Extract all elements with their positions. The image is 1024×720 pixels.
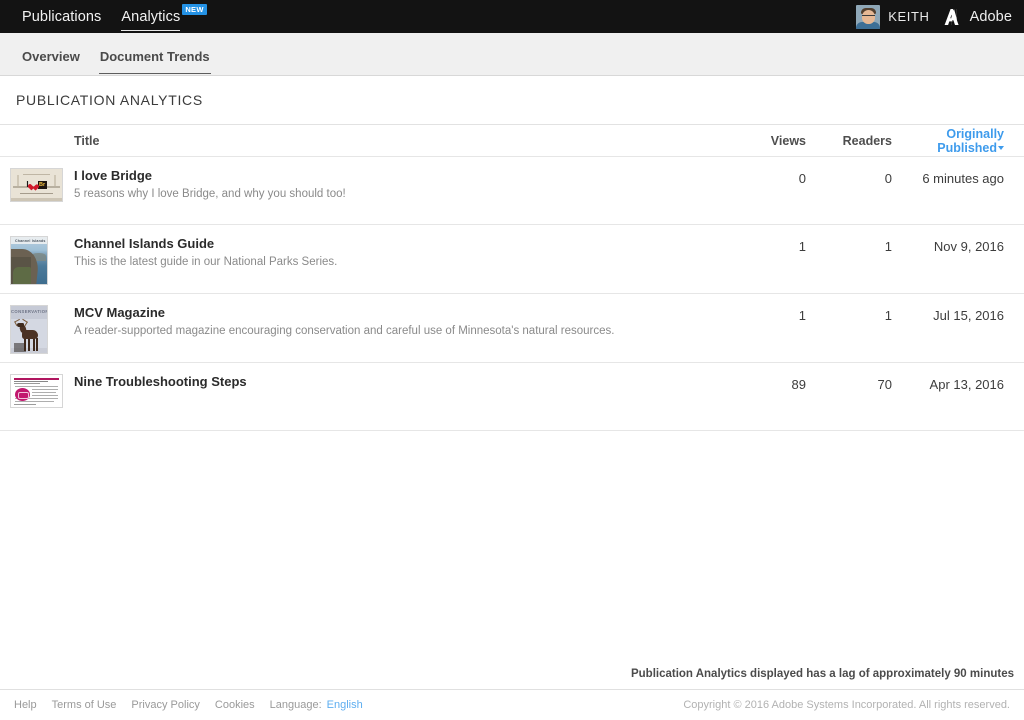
readers-value: 1 [884, 308, 892, 323]
document-title[interactable]: Channel Islands Guide [74, 236, 714, 252]
row-thumbnail-cell: CONSERVATION [0, 305, 74, 354]
tab-label-overview: Overview [22, 49, 80, 64]
readers-value: 0 [884, 171, 892, 186]
adobe-wordmark: Adobe [969, 8, 1012, 25]
views-value: 1 [798, 239, 806, 254]
adobe-brand: Adobe [943, 8, 1012, 26]
views-value: 89 [791, 377, 806, 392]
nav-label-analytics: Analytics [121, 8, 181, 25]
secondary-nav: Overview Document Trends [0, 33, 1024, 76]
column-header-originally-published[interactable]: Originally Published [892, 127, 1024, 155]
views-value: 0 [798, 171, 806, 186]
language-selector[interactable]: Language: English [270, 699, 363, 711]
language-label: Language: [269, 699, 322, 711]
tab-document-trends[interactable]: Document Trends [90, 49, 220, 75]
document-title[interactable]: MCV Magazine [74, 305, 714, 321]
document-title[interactable]: I love Bridge [74, 168, 714, 184]
table-row[interactable]: I Br I love Bridge 5 reasons why I love B… [0, 157, 1024, 225]
row-title-cell: Nine Troubleshooting Steps [74, 374, 714, 393]
footer-link-privacy-policy[interactable]: Privacy Policy [131, 699, 199, 711]
footer-link-terms-of-use[interactable]: Terms of Use [52, 699, 117, 711]
row-title-cell: I love Bridge 5 reasons why I love Bridg… [74, 168, 714, 202]
table-row[interactable]: CONSERVATION MCV Magazine A reader-suppo… [0, 294, 1024, 363]
published-value: Nov 9, 2016 [933, 239, 1004, 254]
document-description: This is the latest guide in our National… [74, 256, 338, 268]
column-header-title[interactable]: Title [74, 134, 714, 148]
document-description: 5 reasons why I love Bridge, and why you… [74, 188, 346, 200]
sort-descending-caret-icon [998, 145, 1004, 150]
footer-link-help[interactable]: Help [14, 699, 37, 711]
bridge-poster-thumbnail: I Br [10, 168, 63, 202]
readers-value: 70 [877, 377, 892, 392]
table-header-row: Title Views Readers Originally Published [0, 125, 1024, 157]
document-page-thumbnail [10, 374, 63, 408]
views-value: 1 [798, 308, 806, 323]
nav-item-analytics[interactable]: Analytics NEW [111, 0, 214, 33]
analytics-table: Title Views Readers Originally Published… [0, 124, 1024, 431]
row-thumbnail-cell: I Br [0, 168, 74, 202]
avatar [856, 4, 881, 29]
row-thumbnail-cell [0, 374, 74, 408]
user-name: KEITH [888, 9, 930, 24]
published-value: Apr 13, 2016 [929, 377, 1004, 392]
tab-overview[interactable]: Overview [12, 49, 90, 75]
row-title-cell: Channel Islands Guide This is the latest… [74, 236, 714, 270]
header-right-group: KEITH Adobe [856, 0, 1024, 33]
published-value: Jul 15, 2016 [933, 308, 1004, 323]
main-content: PUBLICATION ANALYTICS Title Views Reader… [0, 76, 1024, 720]
analytics-lag-notice: Publication Analytics displayed has a la… [630, 668, 1014, 680]
coastal-cliff-cover-thumbnail: Channel Islands [10, 236, 48, 285]
document-description: A reader-supported magazine encouraging … [74, 325, 615, 337]
top-header-bar: Publications Analytics NEW KEITH Adobe [0, 0, 1024, 33]
primary-nav: Publications Analytics NEW [0, 0, 215, 33]
column-header-readers[interactable]: Readers [806, 134, 892, 148]
page-footer: Help Terms of Use Privacy Policy Cookies… [0, 689, 1024, 720]
copyright-text: Copyright © 2016 Adobe Systems Incorpora… [683, 699, 1010, 711]
adobe-logo-icon [943, 8, 964, 25]
column-header-views[interactable]: Views [714, 134, 806, 148]
nav-label-publications: Publications [22, 8, 102, 25]
new-badge: NEW [182, 4, 207, 15]
footer-link-cookies[interactable]: Cookies [215, 699, 255, 711]
tab-label-document-trends: Document Trends [98, 49, 211, 74]
footer-links: Help Terms of Use Privacy Policy Cookies… [14, 699, 363, 711]
document-title[interactable]: Nine Troubleshooting Steps [74, 374, 714, 390]
row-thumbnail-cell: Channel Islands [0, 236, 74, 285]
column-header-originally-published-label: Originally Published [937, 126, 1004, 155]
table-row[interactable]: Nine Troubleshooting Steps 89 70 Apr 13,… [0, 363, 1024, 431]
user-menu[interactable]: KEITH [856, 4, 930, 29]
table-row[interactable]: Channel Islands Channel Islands Guide Th… [0, 225, 1024, 294]
moose-magazine-cover-thumbnail: CONSERVATION [10, 305, 48, 354]
page-title: PUBLICATION ANALYTICS [16, 92, 203, 108]
published-value: 6 minutes ago [922, 171, 1004, 186]
language-value[interactable]: English [327, 699, 363, 711]
row-title-cell: MCV Magazine A reader-supported magazine… [74, 305, 714, 339]
nav-item-publications[interactable]: Publications [12, 0, 111, 33]
readers-value: 1 [884, 239, 892, 254]
